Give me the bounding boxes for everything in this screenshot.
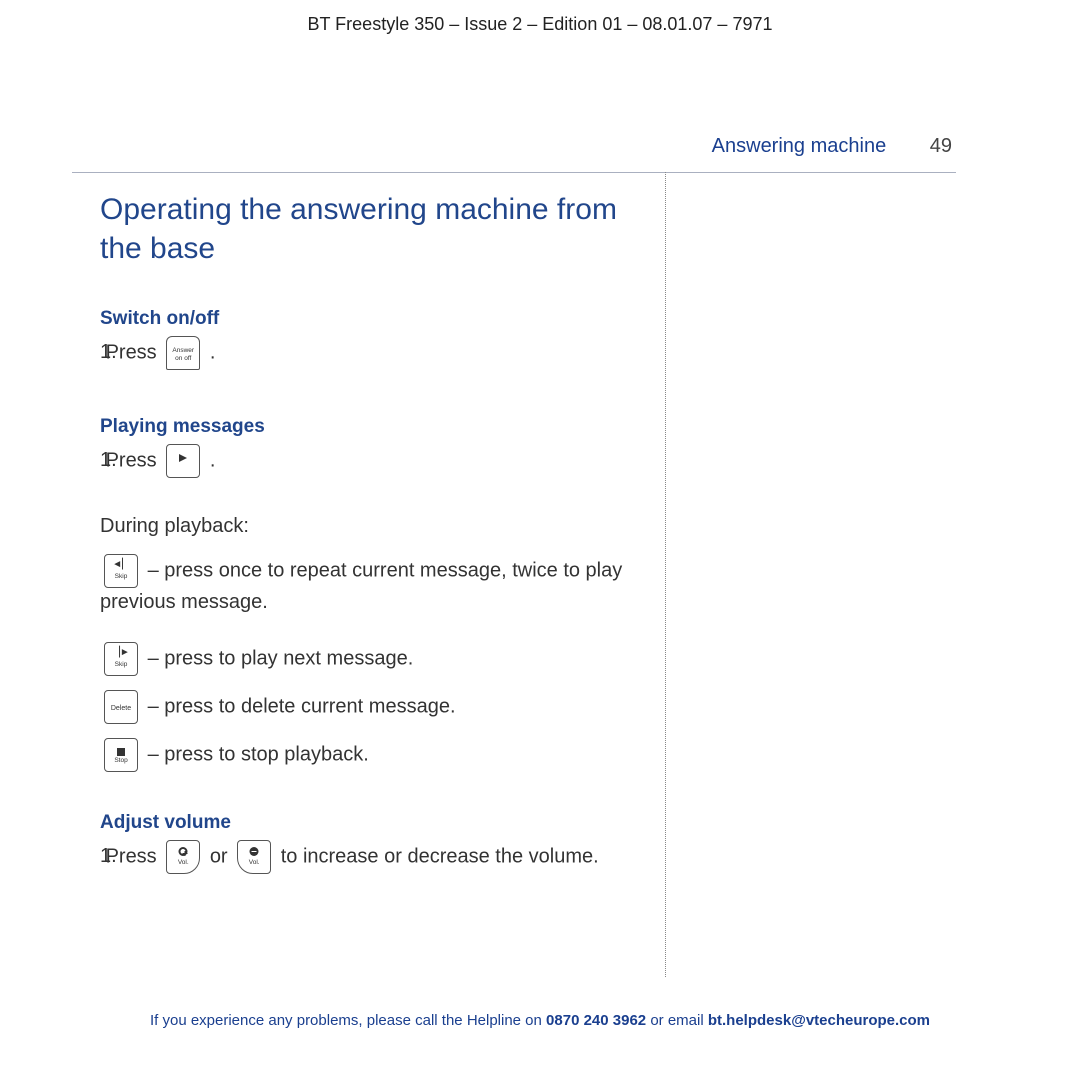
skip-forward-icon: ▕► Skip [104,642,138,676]
skip-back-icon: ◄▏ Skip [104,554,138,588]
playing-step: 1. Press . [124,444,640,478]
icon-label: Stop [105,756,137,765]
footer-help: If you experience any problems, please c… [0,1012,1080,1029]
step-text-after: . [210,449,216,471]
subheading-switch: Switch on/off [100,308,640,330]
during-playback-label: During playback: [100,512,640,540]
volume-step: 1. Press Vol. or Vol. to increase or dec… [124,840,640,874]
playback-item-skip-fwd: ▕► Skip – press to play next message. [100,642,640,676]
step-text-mid: or [210,845,233,867]
step-text-after: . [210,341,216,363]
play-icon [166,444,200,478]
subheading-playing: Playing messages [100,416,640,438]
delete-icon: Delete [104,690,138,724]
icon-label: Skip [105,660,137,669]
volume-down-icon: Vol. [237,840,271,874]
volume-up-icon: Vol. [166,840,200,874]
document-header: BT Freestyle 350 – Issue 2 – Edition 01 … [0,0,1080,35]
step-text-after: to increase or decrease the volume. [281,845,599,867]
step-text: Press [106,449,163,471]
main-content: Operating the answering machine from the… [100,190,640,878]
icon-label: Skip [105,572,137,581]
item-text: – press to play next message. [148,647,414,669]
footer-pre: If you experience any problems, please c… [150,1012,546,1029]
step-text: Press [106,341,163,363]
switch-step: 1. Press Answer on off . [124,336,640,370]
section-name: Answering machine [712,135,887,157]
answer-on-off-icon: Answer on off [166,336,200,370]
stop-icon: Stop [104,738,138,772]
footer-email: bt.helpdesk@vtecheurope.com [708,1012,930,1029]
item-text: – press once to repeat current message, … [100,559,622,613]
page-number: 49 [930,135,952,157]
playback-item-delete: Delete – press to delete current message… [100,690,640,724]
footer-mid: or email [646,1012,708,1029]
item-text: – press to delete current message. [148,695,456,717]
item-text: – press to stop playback. [148,743,369,765]
icon-label: Vol. [238,858,270,867]
step-text-before: Press [106,845,163,867]
vertical-divider [665,172,666,977]
page-meta: Answering machine 49 [712,135,952,158]
playback-item-skip-back: ◄▏ Skip – press once to repeat current m… [100,554,640,616]
playback-item-stop: Stop – press to stop playback. [100,738,640,772]
footer-phone: 0870 240 3962 [546,1012,646,1029]
icon-label: Vol. [167,858,199,867]
subheading-volume: Adjust volume [100,812,640,834]
icon-label-bottom: on off [167,354,199,363]
page-title: Operating the answering machine from the… [100,190,640,268]
horizontal-divider [72,172,956,173]
icon-label: Delete [105,704,137,714]
